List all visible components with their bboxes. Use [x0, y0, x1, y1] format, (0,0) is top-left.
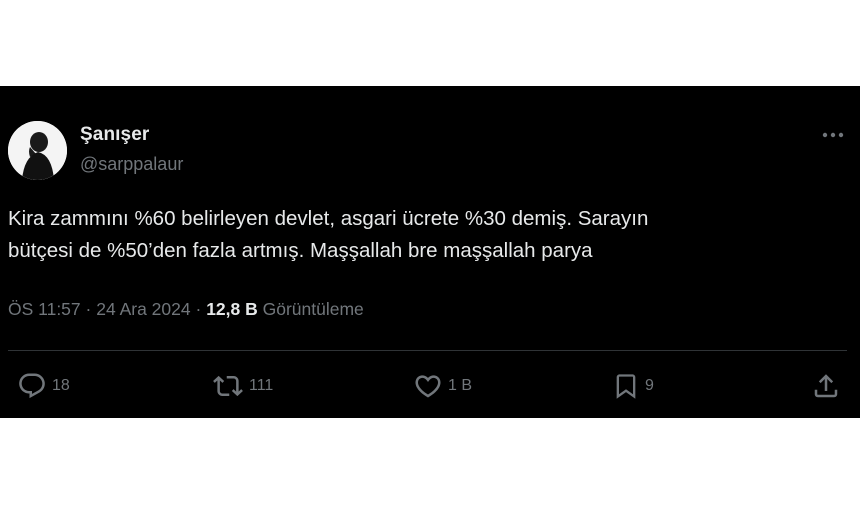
retweet-icon [213, 375, 243, 397]
retweet-button[interactable]: 111 [212, 371, 273, 401]
bookmark-button[interactable]: 9 [612, 371, 654, 401]
retweet-count: 111 [249, 377, 274, 394]
meta-separator: · [195, 299, 202, 319]
tweet-text: Kira zammını %60 belirleyen devlet, asga… [8, 207, 649, 262]
divider [8, 350, 847, 351]
author-handle[interactable]: @sarppalaur [80, 154, 183, 175]
bookmark-icon [616, 374, 636, 399]
heart-icon [415, 375, 441, 398]
tweet-time[interactable]: ÖS 11:57 [8, 299, 81, 319]
tweet-card[interactable]: Şanışer @sarppalaur Kira zammını %60 bel… [0, 86, 860, 418]
tweet-date[interactable]: 24 Ara 2024 [96, 299, 190, 319]
more-options-button[interactable] [820, 124, 846, 146]
reply-button[interactable]: 18 [17, 371, 70, 401]
share-button[interactable] [811, 371, 841, 401]
bookmark-count: 9 [645, 377, 654, 394]
author-display-name[interactable]: Şanışer [80, 124, 149, 146]
like-button[interactable]: 1 B [413, 371, 472, 401]
reply-count: 18 [52, 377, 70, 394]
share-icon [814, 374, 838, 398]
views-count: 12,8 B [206, 299, 258, 319]
meta-separator: · [85, 299, 92, 319]
avatar[interactable] [8, 121, 67, 180]
like-count: 1 B [448, 377, 473, 394]
reply-icon [19, 373, 45, 399]
tweet-meta: ÖS 11:57 · 24 Ara 2024 · 12,8 B Görüntül… [8, 299, 364, 320]
views-label: Görüntüleme [262, 299, 364, 319]
more-dots-icon [822, 132, 844, 138]
avatar-silhouette-icon [8, 121, 67, 180]
